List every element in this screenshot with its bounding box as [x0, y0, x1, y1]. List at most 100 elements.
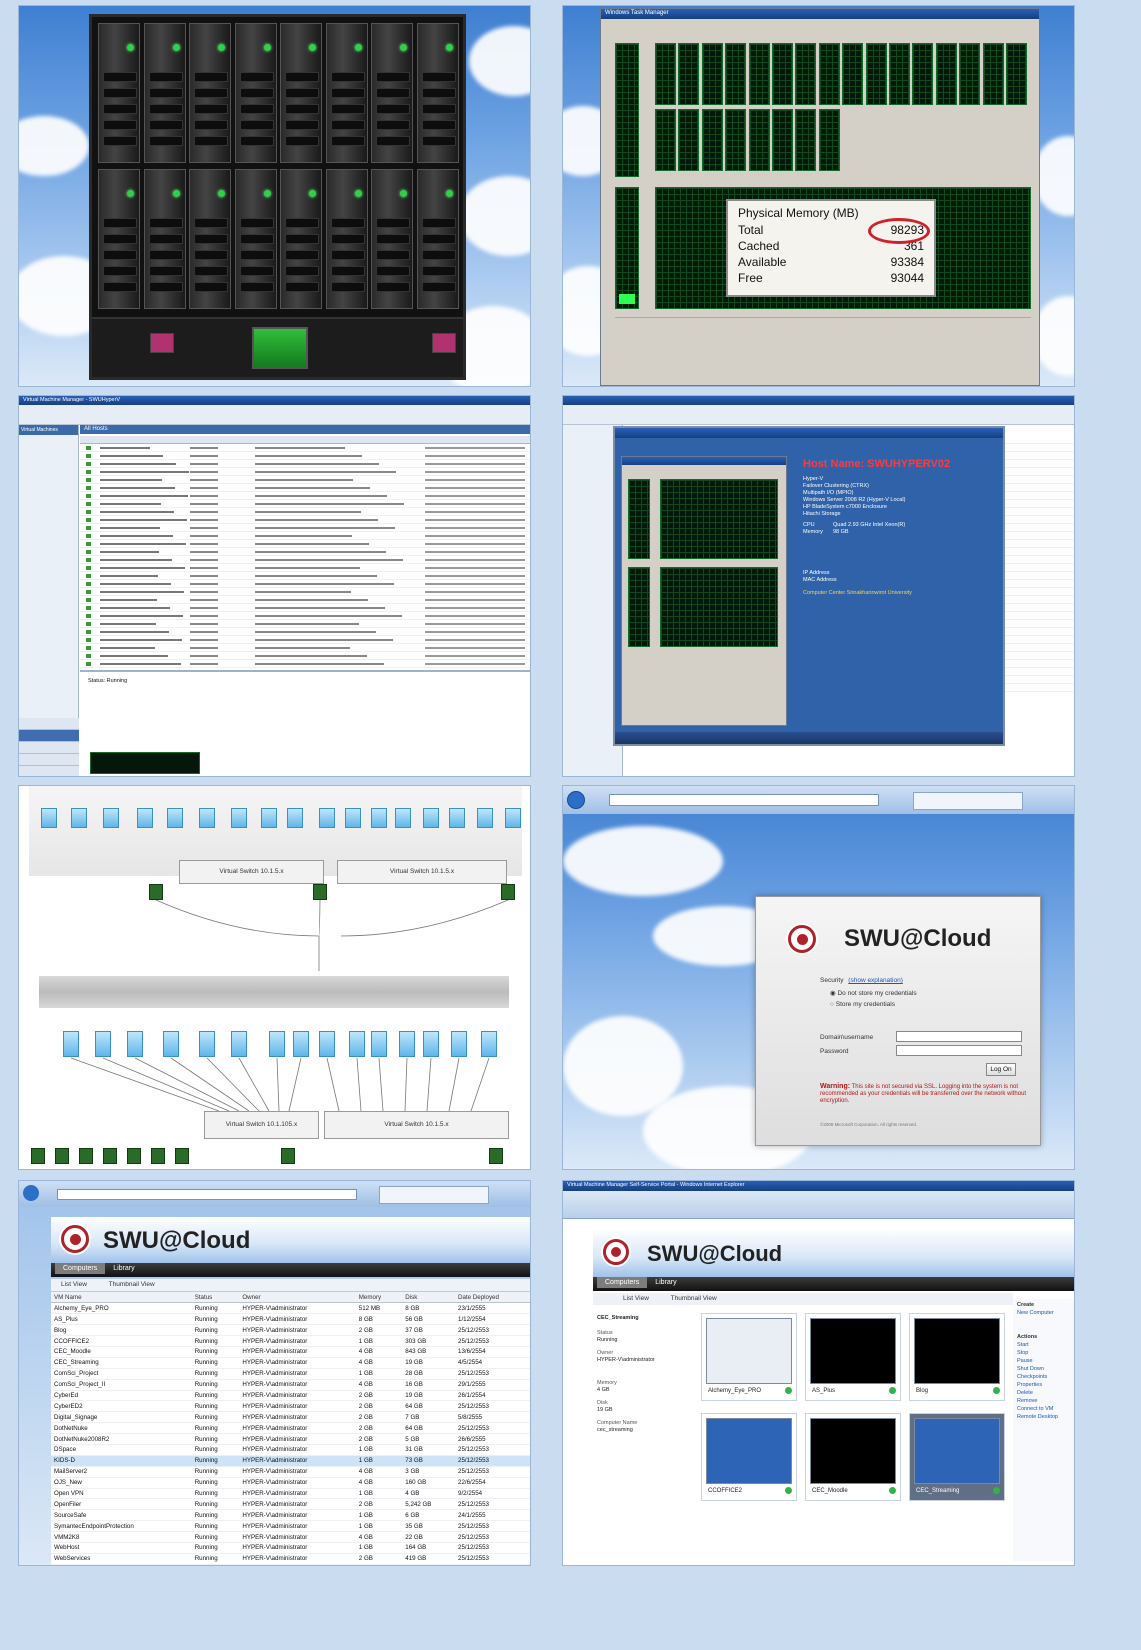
- vm-thumbnail[interactable]: Blog: [909, 1313, 1005, 1401]
- column-header[interactable]: Status: [191, 1292, 240, 1304]
- action-item[interactable]: Remove: [1017, 1397, 1072, 1405]
- action-item[interactable]: Pause: [1017, 1357, 1072, 1365]
- table-row[interactable]: DotNetNuke Running HYPER-V\administrator 2 …: [51, 1422, 530, 1435]
- column-header[interactable]: Owner: [239, 1292, 356, 1304]
- username-input[interactable]: [896, 1031, 1022, 1042]
- browser-tab[interactable]: [913, 792, 1023, 810]
- table-row[interactable]: Alchemy_Eye_PRO Running HYPER-V\administra…: [51, 1302, 530, 1315]
- virtual-switch-bottom-left: Virtual Switch 10.1.105.x: [204, 1111, 319, 1139]
- vm-thumbnail[interactable]: CEC_Streaming: [909, 1413, 1005, 1501]
- action-item[interactable]: Remote Desktop: [1017, 1413, 1072, 1421]
- tab-computers[interactable]: Computers: [597, 1277, 648, 1288]
- table-row[interactable]: [80, 460, 530, 468]
- action-item[interactable]: Connect to VM: [1017, 1405, 1072, 1413]
- vmm-vm-list[interactable]: [80, 436, 530, 668]
- column-header[interactable]: Date Deployed: [455, 1292, 530, 1304]
- table-row[interactable]: [80, 572, 530, 580]
- table-row[interactable]: Digital_Signage Running HYPER-V\administra…: [51, 1411, 530, 1424]
- table-row[interactable]: [80, 468, 530, 476]
- tab-computers[interactable]: Computers: [55, 1263, 106, 1274]
- table-row[interactable]: [80, 452, 530, 460]
- table-row[interactable]: [80, 508, 530, 516]
- table-row[interactable]: [80, 492, 530, 500]
- thumbnail-view-toggle[interactable]: Thumbnail View: [109, 1281, 155, 1288]
- table-row[interactable]: OpenFiler Running HYPER-V\administrator 2 G…: [51, 1498, 530, 1511]
- vm-thumbnail[interactable]: Alchemy_Eye_PRO: [701, 1313, 797, 1401]
- table-cell: CyberEd: [51, 1390, 192, 1402]
- table-row[interactable]: [80, 476, 530, 484]
- list-view-toggle[interactable]: List View: [623, 1295, 649, 1302]
- list-view-toggle[interactable]: List View: [61, 1281, 87, 1288]
- table-row[interactable]: [80, 524, 530, 532]
- address-bar[interactable]: [609, 794, 879, 806]
- vm-thumbnail[interactable]: CEC_Moodle: [805, 1413, 901, 1501]
- column-header[interactable]: Disk: [402, 1292, 455, 1304]
- action-item[interactable]: Stop: [1017, 1349, 1072, 1357]
- table-row[interactable]: VMM2K8 Running HYPER-V\administrator 4 GB 22…: [51, 1531, 530, 1543]
- table-row[interactable]: [80, 612, 530, 620]
- table-row[interactable]: OJS_New Running HYPER-V\administrator 4 GB 1…: [51, 1477, 530, 1489]
- store-radio[interactable]: ○: [830, 1001, 834, 1008]
- vm-icon: [319, 1031, 335, 1057]
- table-row[interactable]: ComSci_Project_II Running HYPER-V\administ…: [51, 1379, 530, 1391]
- table-row[interactable]: [80, 620, 530, 628]
- table-row[interactable]: Open VPN Running HYPER-V\administrator 1 GB…: [51, 1488, 530, 1500]
- thumbnail-view-toggle[interactable]: Thumbnail View: [671, 1295, 717, 1302]
- action-item[interactable]: Delete: [1017, 1389, 1072, 1397]
- table-row[interactable]: [80, 500, 530, 508]
- table-row[interactable]: CyberEd Running HYPER-V\administrator 2 GB 1…: [51, 1390, 530, 1402]
- table-row[interactable]: [80, 588, 530, 596]
- tab-library[interactable]: Library: [107, 1263, 140, 1274]
- table-row[interactable]: [80, 644, 530, 652]
- table-row[interactable]: SourceSafe Running HYPER-V\administrator 1 …: [51, 1509, 530, 1522]
- table-row[interactable]: [80, 540, 530, 548]
- no-store-radio[interactable]: ◉: [830, 990, 836, 997]
- table-row[interactable]: DotNetNuke2008R2 Running HYPER-V\administr…: [51, 1433, 530, 1445]
- action-item[interactable]: Checkpoints: [1017, 1373, 1072, 1381]
- browser-tab[interactable]: [379, 1186, 489, 1204]
- new-computer-action[interactable]: New Computer: [1017, 1309, 1072, 1317]
- back-button[interactable]: [567, 791, 585, 809]
- table-row[interactable]: [80, 604, 530, 612]
- table-row[interactable]: [80, 628, 530, 636]
- table-row[interactable]: WebServices Running HYPER-V\administrator 2…: [51, 1553, 530, 1565]
- table-row[interactable]: [80, 548, 530, 556]
- table-row[interactable]: AS_Plus Running HYPER-V\administrator 8 GB 5…: [51, 1313, 530, 1326]
- table-row[interactable]: SymantecEndpointProtection Running HYPER-V…: [51, 1520, 530, 1533]
- table-row[interactable]: CyberED2 Running HYPER-V\administrator 2 GB…: [51, 1400, 530, 1413]
- column-header[interactable]: VM Name: [51, 1292, 192, 1304]
- table-row[interactable]: CEC_Streaming Running HYPER-V\administrato…: [51, 1357, 530, 1369]
- table-row[interactable]: CCOFFICE2 Running HYPER-V\administrator 1 G…: [51, 1335, 530, 1347]
- vm-icon: [163, 1031, 179, 1057]
- table-row[interactable]: WebHost Running HYPER-V\administrator 1 GB 1…: [51, 1542, 530, 1554]
- vm-thumbnail[interactable]: CCOFFICE2: [701, 1413, 797, 1501]
- table-row[interactable]: [80, 660, 530, 668]
- table-row[interactable]: [80, 532, 530, 540]
- table-row[interactable]: [80, 652, 530, 660]
- password-input[interactable]: [896, 1045, 1022, 1056]
- show-explanation-link[interactable]: (show explanation): [848, 977, 903, 984]
- table-row[interactable]: DSpace Running HYPER-V\administrator 1 GB 31…: [51, 1444, 530, 1456]
- table-row[interactable]: MailServer2 Running HYPER-V\administrator 4…: [51, 1466, 530, 1478]
- login-button[interactable]: Log On: [986, 1063, 1016, 1076]
- table-row[interactable]: CEC_Moodle Running HYPER-V\administrator 4 …: [51, 1346, 530, 1358]
- column-header[interactable]: Memory: [355, 1292, 403, 1304]
- action-item[interactable]: Shut Down: [1017, 1365, 1072, 1373]
- table-row[interactable]: [80, 516, 530, 524]
- table-row[interactable]: [80, 580, 530, 588]
- table-row[interactable]: [80, 564, 530, 572]
- table-row[interactable]: KIDS-D Running HYPER-V\administrator 1 GB 73…: [51, 1455, 530, 1467]
- action-item[interactable]: Start: [1017, 1341, 1072, 1349]
- table-row[interactable]: [80, 636, 530, 644]
- table-row[interactable]: Blog Running HYPER-V\administrator 2 GB 37 G…: [51, 1324, 530, 1337]
- tab-library[interactable]: Library: [649, 1277, 682, 1288]
- table-row[interactable]: [80, 556, 530, 564]
- table-row[interactable]: [80, 596, 530, 604]
- table-row[interactable]: [80, 444, 530, 452]
- table-row[interactable]: ComSci_Project Running HYPER-V\administrat…: [51, 1368, 530, 1380]
- table-row[interactable]: [80, 484, 530, 492]
- address-bar[interactable]: [57, 1189, 357, 1200]
- action-item[interactable]: Properties: [1017, 1381, 1072, 1389]
- back-button[interactable]: [23, 1185, 39, 1201]
- vm-thumbnail[interactable]: AS_Plus: [805, 1313, 901, 1401]
